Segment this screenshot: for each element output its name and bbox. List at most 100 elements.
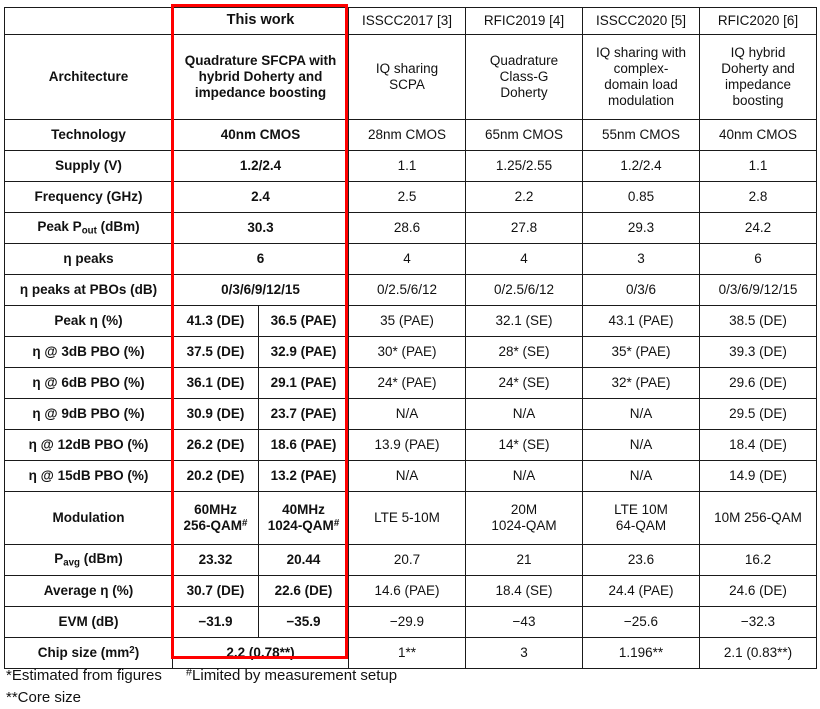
cell-eta-12db-rfic2020: 18.4 (DE) [699, 429, 817, 461]
row-label-technology: Technology [4, 119, 173, 151]
mod-b-sup: # [333, 517, 340, 529]
row-label-supply: Supply (V) [4, 150, 173, 182]
cell-eta-12db-rfic2019: 14* (SE) [465, 429, 583, 461]
comparison-table-figure: This work ISSCC2017 [3] RFIC2019 [4] ISS… [0, 0, 820, 706]
header-cell-empty [4, 7, 173, 35]
cell-peak-pout-this-work: 30.3 [172, 212, 349, 244]
footnote-limited: #Limited by measurement setup [186, 665, 397, 687]
cell-eta-12db-isscc2017: 13.9 (PAE) [348, 429, 466, 461]
cell-architecture-isscc2017: IQ sharing SCPA [348, 34, 466, 120]
cell-evm-isscc2020: −25.6 [582, 606, 700, 638]
peak-pout-label-sub: out [81, 225, 97, 237]
table-row-eta-3db-pbo: η @ 3dB PBO (%) 37.5 (DE) 32.9 (PAE) 30*… [4, 336, 817, 368]
table-row-eta-peaks-pbo: η peaks at PBOs (dB) 0/3/6/9/12/15 0/2.5… [4, 274, 817, 306]
cell-technology-this-work: 40nm CMOS [172, 119, 349, 151]
cell-eta-6db-this-work-de: 36.1 (DE) [172, 367, 259, 399]
cell-eta-9db-rfic2020: 29.5 (DE) [699, 398, 817, 430]
row-label-architecture: Architecture [4, 34, 173, 120]
arch-b-line1: Quadrature [489, 53, 559, 69]
cell-chip-size-rfic2020: 2.1 (0.83**) [699, 637, 817, 669]
cell-eta-15db-this-work-pae: 13.2 (PAE) [258, 460, 349, 492]
table-row-peak-pout: Peak Pout (dBm) 30.3 28.6 27.8 29.3 24.2 [4, 212, 817, 244]
peak-pout-label-pre: Peak P [37, 218, 82, 234]
row-label-eta-12db-pbo: η @ 12dB PBO (%) [4, 429, 173, 461]
cell-supply-isscc2017: 1.1 [348, 150, 466, 182]
cell-eta-6db-isscc2017: 24* (PAE) [348, 367, 466, 399]
cell-eta-peaks-isscc2017: 4 [348, 243, 466, 275]
cell-eta-9db-rfic2019: N/A [465, 398, 583, 430]
cell-peak-pout-isscc2017: 28.6 [348, 212, 466, 244]
row-label-peak-pout: Peak Pout (dBm) [4, 212, 173, 244]
cell-pavg-isscc2017: 20.7 [348, 544, 466, 576]
cell-evm-rfic2019: −43 [465, 606, 583, 638]
cell-chip-size-isscc2017: 1** [348, 637, 466, 669]
table-row-eta-12db-pbo: η @ 12dB PBO (%) 26.2 (DE) 18.6 (PAE) 13… [4, 429, 817, 461]
cell-modulation-isscc2017: LTE 5-10M [348, 491, 466, 545]
arch-d-line3: impedance [724, 77, 792, 92]
pavg-label-sub: avg [63, 557, 80, 569]
table-row-pavg: Pavg (dBm) 23.32 20.44 20.7 21 23.6 16.2 [4, 544, 817, 576]
arch-c-line3: domain load [604, 77, 678, 92]
cell-peak-eta-rfic2019: 32.1 (SE) [465, 305, 583, 337]
cell-architecture-isscc2020: IQ sharing with complex- domain load mod… [582, 34, 700, 120]
cell-eta-15db-rfic2020: 14.9 (DE) [699, 460, 817, 492]
cell-chip-size-isscc2020: 1.196** [582, 637, 700, 669]
arch-a-line2: SCPA [389, 77, 425, 92]
cell-eta-3db-isscc2017: 30* (PAE) [348, 336, 466, 368]
cell-chip-size-rfic2019: 3 [465, 637, 583, 669]
cell-evm-rfic2020: −32.3 [699, 606, 817, 638]
footnote-core-size: **Core size [6, 688, 82, 706]
row-label-eta-9db-pbo: η @ 9dB PBO (%) [4, 398, 173, 430]
footnote-limited-text: Limited by measurement setup [192, 667, 398, 684]
cell-eta-peaks-pbo-rfic2019: 0/2.5/6/12 [465, 274, 583, 306]
mod-d-line1: LTE 10M [614, 502, 668, 518]
cell-eta-peaks-pbo-rfic2020: 0/3/6/9/12/15 [699, 274, 817, 306]
cell-eta-3db-isscc2020: 35* (PAE) [582, 336, 700, 368]
cell-eta-15db-this-work-de: 20.2 (DE) [172, 460, 259, 492]
chip-size-label-pre: Chip size (mm [37, 645, 130, 661]
cell-peak-pout-rfic2019: 27.8 [465, 212, 583, 244]
row-label-average-eta: Average η (%) [4, 575, 173, 607]
cell-average-eta-isscc2020: 24.4 (PAE) [582, 575, 700, 607]
cell-pavg-rfic2020: 16.2 [699, 544, 817, 576]
cell-pavg-this-work-b: 20.44 [258, 544, 349, 576]
cell-evm-this-work-b: −35.9 [258, 606, 349, 638]
cell-eta-9db-this-work-pae: 23.7 (PAE) [258, 398, 349, 430]
mod-b-line2: 1024-QAM [267, 518, 334, 534]
cell-eta-3db-rfic2020: 39.3 (DE) [699, 336, 817, 368]
mod-a-sup: # [242, 517, 248, 529]
cell-evm-isscc2017: −29.9 [348, 606, 466, 638]
chip-size-label-post: ) [134, 645, 140, 661]
mod-a-line2: 256-QAM [183, 518, 243, 534]
cell-supply-isscc2020: 1.2/2.4 [582, 150, 700, 182]
cell-eta-peaks-pbo-isscc2017: 0/2.5/6/12 [348, 274, 466, 306]
cell-peak-pout-rfic2020: 24.2 [699, 212, 817, 244]
cell-pavg-this-work-a: 23.32 [172, 544, 259, 576]
arch-c-line4: modulation [607, 92, 675, 108]
cell-average-eta-rfic2020: 24.6 (DE) [699, 575, 817, 607]
row-label-chip-size: Chip size (mm2) [4, 637, 173, 669]
table-row-supply: Supply (V) 1.2/2.4 1.1 1.25/2.55 1.2/2.4… [4, 150, 817, 182]
arch-tw-line2: hybrid Doherty and [198, 69, 323, 85]
cell-modulation-rfic2019: 20M 1024-QAM [465, 491, 583, 545]
row-label-eta-3db-pbo: η @ 3dB PBO (%) [4, 336, 173, 368]
header-cell-isscc2017: ISSCC2017 [3] [348, 7, 466, 35]
cell-eta-3db-this-work-pae: 32.9 (PAE) [258, 336, 349, 368]
cell-modulation-this-work-b: 40MHz 1024-QAM# [258, 491, 349, 545]
mod-d-line2: 64-QAM [615, 518, 667, 533]
pavg-label-post: (dBm) [80, 550, 123, 566]
table-row-eta-6db-pbo: η @ 6dB PBO (%) 36.1 (DE) 29.1 (PAE) 24*… [4, 367, 817, 399]
footnote-line-1: *Estimated from figures #Limited by measu… [6, 665, 806, 687]
cell-peak-eta-isscc2020: 43.1 (PAE) [582, 305, 700, 337]
cell-frequency-isscc2020: 0.85 [582, 181, 700, 213]
footnotes: *Estimated from figures #Limited by measu… [6, 665, 806, 709]
cell-modulation-isscc2020: LTE 10M 64-QAM [582, 491, 700, 545]
cell-eta-9db-isscc2017: N/A [348, 398, 466, 430]
table-container: This work ISSCC2017 [3] RFIC2019 [4] ISS… [4, 7, 817, 669]
cell-eta-9db-this-work-de: 30.9 (DE) [172, 398, 259, 430]
cell-modulation-this-work-a: 60MHz 256-QAM# [172, 491, 259, 545]
table-row-chip-size: Chip size (mm2) 2.2 (0.78**) 1** 3 1.196… [4, 637, 817, 669]
cell-frequency-isscc2017: 2.5 [348, 181, 466, 213]
cell-eta-15db-isscc2020: N/A [582, 460, 700, 492]
peak-pout-label-post: (dBm) [96, 218, 140, 234]
